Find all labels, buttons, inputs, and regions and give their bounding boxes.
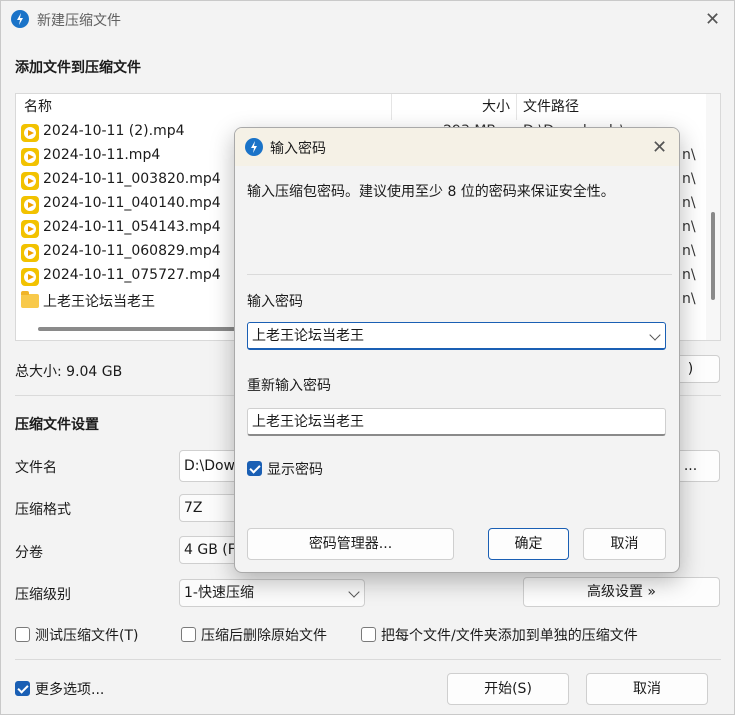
file-path: n\ bbox=[682, 171, 696, 187]
mp4-icon bbox=[21, 196, 39, 214]
dialog-title-bar[interactable]: 输入密码 ✕ bbox=[235, 128, 679, 166]
total-size: 总大小: 9.04 GB bbox=[15, 364, 123, 380]
folder-icon bbox=[21, 291, 39, 308]
close-icon[interactable]: ✕ bbox=[652, 139, 667, 157]
dialog-description: 输入压缩包密码。建议使用至少 8 位的密码来保证安全性。 bbox=[247, 184, 615, 200]
password-input[interactable]: 上老王论坛当老王 bbox=[247, 322, 666, 350]
delete-after-checkbox[interactable] bbox=[181, 627, 196, 642]
file-path: n\ bbox=[682, 219, 696, 235]
test-archive-checkbox[interactable] bbox=[15, 627, 30, 642]
divider bbox=[15, 659, 721, 660]
column-header-name[interactable]: 名称 bbox=[16, 94, 392, 120]
mp4-icon bbox=[21, 268, 39, 286]
show-password-checkbox[interactable] bbox=[247, 461, 262, 476]
format-label: 压缩格式 bbox=[15, 502, 71, 518]
mp4-icon bbox=[21, 244, 39, 262]
level-label: 压缩级别 bbox=[15, 587, 71, 603]
file-name: 2024-10-11.mp4 bbox=[43, 147, 161, 163]
title-bar[interactable]: 新建压缩文件 ✕ bbox=[1, 1, 734, 38]
more-options-checkbox[interactable] bbox=[15, 681, 30, 696]
split-label: 分卷 bbox=[15, 545, 43, 561]
mp4-icon bbox=[21, 124, 39, 142]
app-icon bbox=[245, 138, 263, 156]
column-header-path[interactable]: 文件路径 bbox=[517, 94, 706, 120]
file-path: n\ bbox=[682, 147, 696, 163]
window-title: 新建压缩文件 bbox=[37, 13, 121, 29]
filename-label: 文件名 bbox=[15, 460, 57, 476]
file-name: 2024-10-11_060829.mp4 bbox=[43, 243, 221, 259]
ok-button[interactable]: 确定 bbox=[488, 528, 569, 560]
cancel-button[interactable]: 取消 bbox=[586, 673, 708, 705]
file-name: 2024-10-11_075727.mp4 bbox=[43, 267, 221, 283]
more-options-label: 更多选项... bbox=[35, 682, 105, 698]
horizontal-scrollbar[interactable] bbox=[38, 327, 258, 331]
file-name: 2024-10-11_054143.mp4 bbox=[43, 219, 221, 235]
chevron-down-icon bbox=[348, 586, 360, 598]
column-header-size[interactable]: 大小 bbox=[392, 94, 517, 120]
file-name: 2024-10-11 (2).mp4 bbox=[43, 123, 185, 139]
dialog-cancel-button[interactable]: 取消 bbox=[583, 528, 666, 560]
mp4-icon bbox=[21, 148, 39, 166]
file-path: n\ bbox=[682, 267, 696, 283]
filename-input[interactable]: D:\Dow bbox=[179, 450, 239, 482]
delete-after-label: 压缩后删除原始文件 bbox=[201, 628, 327, 644]
password-dialog: 输入密码 ✕ 输入压缩包密码。建议使用至少 8 位的密码来保证安全性。 输入密码… bbox=[234, 127, 680, 573]
vertical-scrollbar[interactable] bbox=[706, 94, 720, 340]
separate-archives-checkbox[interactable] bbox=[361, 627, 376, 642]
file-path: n\ bbox=[682, 195, 696, 211]
divider bbox=[247, 274, 672, 275]
test-archive-label: 测试压缩文件(T) bbox=[35, 628, 139, 644]
advanced-settings-button[interactable]: 高级设置 » bbox=[523, 577, 720, 607]
file-name: 2024-10-11_003820.mp4 bbox=[43, 171, 221, 187]
file-path: n\ bbox=[682, 243, 696, 259]
chevron-down-icon[interactable] bbox=[649, 329, 661, 341]
file-path: n\ bbox=[682, 291, 696, 307]
scrollbar-thumb[interactable] bbox=[711, 212, 715, 300]
file-name: 上老王论坛当老王 bbox=[43, 294, 155, 310]
level-value: 1-快速压缩 bbox=[184, 585, 254, 601]
settings-heading: 压缩文件设置 bbox=[15, 417, 99, 433]
password-value: 上老王论坛当老王 bbox=[252, 328, 364, 344]
separate-archives-label: 把每个文件/文件夹添加到单独的压缩文件 bbox=[381, 628, 638, 644]
format-select[interactable]: 7Z bbox=[179, 494, 239, 522]
password-label: 输入密码 bbox=[247, 294, 303, 310]
split-select[interactable]: 4 GB (F bbox=[179, 536, 239, 564]
level-select[interactable]: 1-快速压缩 bbox=[179, 579, 365, 607]
confirm-password-label: 重新输入密码 bbox=[247, 378, 331, 394]
file-name: 2024-10-11_040140.mp4 bbox=[43, 195, 221, 211]
start-button[interactable]: 开始(S) bbox=[447, 673, 569, 705]
password-manager-button[interactable]: 密码管理器... bbox=[247, 528, 454, 560]
mp4-icon bbox=[21, 172, 39, 190]
mp4-icon bbox=[21, 220, 39, 238]
add-files-heading: 添加文件到压缩文件 bbox=[15, 60, 141, 76]
close-icon[interactable]: ✕ bbox=[705, 11, 720, 29]
show-password-label: 显示密码 bbox=[267, 462, 323, 478]
confirm-password-input[interactable]: 上老王论坛当老王 bbox=[247, 408, 666, 436]
dialog-title: 输入密码 bbox=[270, 141, 326, 157]
app-icon bbox=[11, 10, 29, 28]
